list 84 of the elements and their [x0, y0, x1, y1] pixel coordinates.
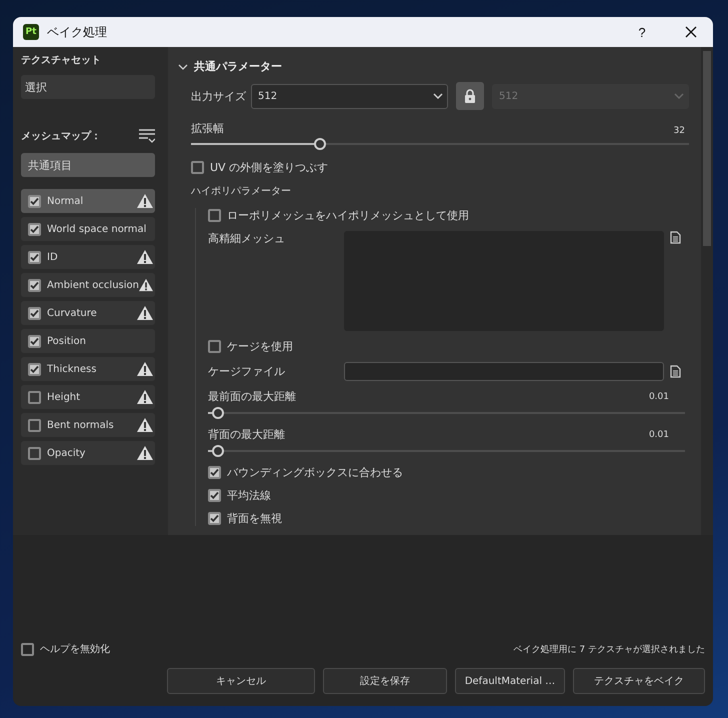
- slider-thumb[interactable]: [314, 138, 326, 150]
- texture-set-field[interactable]: 選択: [21, 75, 155, 99]
- mesh-map-label: Normal: [47, 196, 84, 206]
- chevron-down-icon: [674, 93, 684, 99]
- slider-track[interactable]: [191, 138, 689, 150]
- checkbox[interactable]: [208, 209, 221, 222]
- field-label: 最前面の最大距離: [208, 389, 296, 404]
- checkbox[interactable]: [28, 250, 41, 264]
- mesh-map-item[interactable]: Opacity: [21, 441, 155, 465]
- input-field[interactable]: [344, 362, 664, 381]
- dropdown[interactable]: 512: [251, 84, 448, 108]
- mesh-map-item[interactable]: Position: [21, 329, 155, 353]
- checkbox[interactable]: [28, 222, 41, 236]
- checkbox[interactable]: [208, 489, 221, 502]
- mesh-map-item[interactable]: World space normal: [21, 217, 155, 241]
- list-menu-icon[interactable]: [139, 129, 155, 143]
- value-label: 0.01: [648, 392, 669, 402]
- checkbox[interactable]: [191, 161, 204, 174]
- checkbox-label: ヘルプを無効化: [40, 642, 110, 656]
- mesh-map-item[interactable]: Ambient occlusion: [21, 273, 155, 297]
- checkbox-label: UV の外側を塗りつぶす: [210, 160, 328, 175]
- mesh-map-item[interactable]: Normal: [21, 189, 155, 213]
- field-label: 拡張幅: [191, 120, 224, 136]
- checkbox[interactable]: [21, 642, 34, 656]
- subsection-title: ハイポリパラメーター: [191, 185, 292, 198]
- mesh-map-label: Bent normals: [47, 420, 115, 430]
- mesh-map-label: Opacity: [47, 448, 86, 458]
- mesh-map-item[interactable]: Bent normals: [21, 413, 155, 437]
- mesh-map-label: ID: [47, 252, 59, 262]
- value-label: 0.01: [648, 430, 669, 440]
- mesh-map-label: Ambient occlusion: [47, 280, 139, 290]
- checkbox[interactable]: [28, 306, 41, 320]
- dialog-button[interactable]: テクスチャをベイク: [573, 668, 705, 694]
- checkbox[interactable]: [28, 362, 41, 376]
- checkbox-label: 背面を無視: [227, 511, 282, 526]
- window-title: ベイク処理: [47, 24, 108, 40]
- dialog-button[interactable]: DefaultMaterial …: [455, 668, 565, 694]
- chevron-down-icon: [433, 93, 443, 99]
- app-logo: Pt: [23, 24, 39, 40]
- mesh-map-label: Thickness: [47, 364, 98, 374]
- mesh-map-item[interactable]: Curvature: [21, 301, 155, 325]
- checkbox[interactable]: [28, 194, 41, 208]
- dialog-button[interactable]: キャンセル: [167, 668, 315, 694]
- mesh-map-label: Height: [47, 392, 82, 402]
- checkbox-label: バウンディングボックスに合わせる: [227, 465, 403, 480]
- mesh-map-label: World space normal: [47, 224, 148, 234]
- lock-icon: [464, 89, 476, 103]
- field-label: 背面の最大距離: [208, 427, 285, 442]
- slider-track[interactable]: [208, 407, 685, 419]
- list-item[interactable]: 共通項目: [21, 153, 155, 177]
- checkbox[interactable]: [208, 340, 221, 353]
- mesh-map-item[interactable]: Thickness: [21, 357, 155, 381]
- mesh-map-item[interactable]: Height: [21, 385, 155, 409]
- field-label: ケージファイル: [208, 364, 286, 379]
- mesh-map-item[interactable]: ID: [21, 245, 155, 269]
- checkbox[interactable]: [28, 278, 41, 292]
- mesh-map-label: Curvature: [47, 308, 98, 318]
- field-label: 高精細メッシュ: [208, 231, 286, 246]
- mesh-map-label: Position: [47, 336, 87, 346]
- section-label: メッシュマップ：: [21, 129, 101, 143]
- checkbox[interactable]: [208, 466, 221, 479]
- checkbox[interactable]: [28, 334, 41, 348]
- checkbox[interactable]: [28, 446, 41, 460]
- checkbox[interactable]: [208, 512, 221, 525]
- checkbox[interactable]: [28, 418, 41, 432]
- checkbox[interactable]: [28, 390, 41, 404]
- value-label: 32: [674, 126, 685, 136]
- checkbox-label: ケージを使用: [227, 339, 293, 354]
- chevron-down-icon[interactable]: [178, 64, 188, 70]
- close-icon: [685, 26, 697, 38]
- slider-thumb[interactable]: [212, 445, 224, 457]
- document-icon[interactable]: [670, 365, 681, 378]
- help-button[interactable]: ?: [627, 24, 657, 40]
- checkbox-label: ローポリメッシュをハイポリメッシュとして使用: [227, 208, 469, 223]
- section-title: 共通パラメーター: [194, 59, 282, 74]
- document-icon[interactable]: [670, 231, 681, 244]
- status-text: ベイク処理用に 7 テクスチャが選択されました: [514, 644, 705, 656]
- dialog-button[interactable]: 設定を保存: [323, 668, 447, 694]
- slider-track[interactable]: [208, 445, 685, 457]
- checkbox-label: 平均法線: [227, 488, 271, 503]
- section-label: テクスチャセット: [21, 54, 102, 67]
- scrollbar[interactable]: [701, 47, 713, 535]
- slider-thumb[interactable]: [212, 407, 224, 419]
- lock-button[interactable]: [456, 82, 484, 110]
